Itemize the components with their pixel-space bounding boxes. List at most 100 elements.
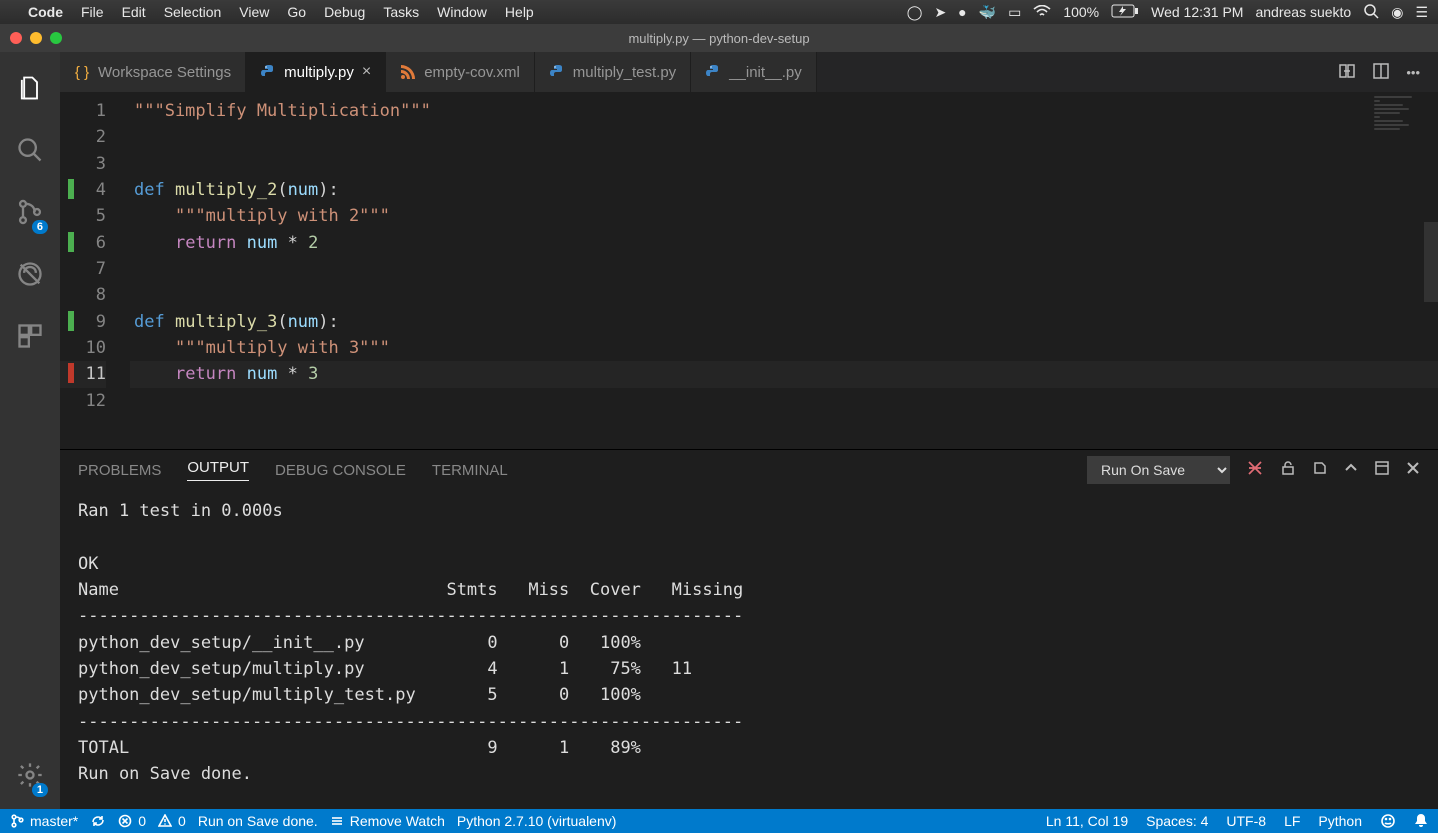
menu-help[interactable]: Help [505, 4, 534, 20]
editor-zone: { } Workspace Settings multiply.py × emp… [60, 52, 1438, 809]
error-icon [118, 814, 132, 828]
window-title: multiply.py — python-dev-setup [628, 31, 809, 46]
tray-wifi-icon[interactable] [1033, 4, 1051, 20]
output-content[interactable]: Ran 1 test in 0.000s OK Name Stmts Miss … [60, 490, 1438, 809]
menu-file[interactable]: File [81, 4, 104, 20]
explorer-icon[interactable] [6, 64, 54, 112]
compare-changes-icon[interactable] [1338, 62, 1356, 83]
python-icon [705, 64, 721, 80]
panel-tab-terminal[interactable]: TERMINAL [432, 462, 508, 479]
python-icon [260, 64, 276, 80]
tab-label: multiply.py [284, 64, 354, 81]
menu-view[interactable]: View [239, 4, 269, 20]
menu-edit[interactable]: Edit [122, 4, 146, 20]
tray-battery-icon[interactable] [1111, 4, 1139, 21]
split-editor-icon[interactable] [1372, 62, 1390, 83]
tray-battery-pct: 100% [1063, 4, 1099, 20]
warnings-count[interactable]: 0 [158, 813, 186, 829]
tab-empty-cov-xml[interactable]: empty-cov.xml [386, 52, 535, 92]
debug-icon[interactable] [6, 250, 54, 298]
editor-tabs: { } Workspace Settings multiply.py × emp… [60, 52, 1438, 92]
tab-label: Workspace Settings [98, 64, 231, 81]
tab-label: __init__.py [729, 64, 802, 81]
errors-count[interactable]: 0 [118, 813, 146, 829]
tray-docker-icon[interactable]: 🐳 [979, 4, 996, 21]
window-titlebar: multiply.py — python-dev-setup [0, 24, 1438, 52]
minimize-window-button[interactable] [30, 32, 42, 44]
encoding[interactable]: UTF-8 [1226, 813, 1266, 829]
tray-clock[interactable]: Wed 12:31 PM [1151, 4, 1243, 20]
close-panel-icon[interactable] [1406, 461, 1420, 479]
app-name[interactable]: Code [28, 4, 63, 20]
macos-menubar: Code File Edit Selection View Go Debug T… [0, 0, 1438, 24]
tab-multiply-test-py[interactable]: multiply_test.py [535, 52, 691, 92]
tab-label: multiply_test.py [573, 64, 676, 81]
extensions-icon[interactable] [6, 312, 54, 360]
language-mode[interactable]: Python [1318, 813, 1362, 829]
lock-scroll-icon[interactable] [1280, 460, 1296, 480]
line-number-gutter: 123456789101112 [60, 92, 130, 449]
workbench: 6 1 { } Workspace Settings multiply.py [0, 52, 1438, 809]
remove-watch-action[interactable]: Remove Watch [330, 813, 445, 829]
search-icon[interactable] [6, 126, 54, 174]
settings-badge: 1 [32, 783, 48, 797]
warning-icon [158, 814, 172, 828]
editor-body[interactable]: 123456789101112 """Simplify Multiplicati… [60, 92, 1438, 449]
tray-notification-icon[interactable]: ☰ [1415, 4, 1428, 21]
menu-selection[interactable]: Selection [164, 4, 222, 20]
clear-output-icon[interactable] [1246, 459, 1264, 481]
tray-user[interactable]: andreas suekto [1255, 4, 1351, 20]
tray-circle-icon[interactable]: ◯ [907, 4, 923, 21]
close-window-button[interactable] [10, 32, 22, 44]
output-channel-select[interactable]: Run On Save [1087, 456, 1230, 484]
traffic-lights [0, 32, 62, 44]
status-message: Run on Save done. [198, 813, 318, 829]
tray-siri-icon[interactable]: ◉ [1391, 4, 1403, 21]
panel-tab-debug-console[interactable]: DEBUG CONSOLE [275, 462, 406, 479]
notifications-icon[interactable] [1414, 813, 1428, 829]
sync-button[interactable] [90, 814, 106, 828]
tray-display-icon[interactable]: ▭ [1008, 4, 1021, 21]
eol[interactable]: LF [1284, 813, 1300, 829]
more-actions-icon[interactable]: ••• [1406, 65, 1420, 80]
branch-name: master* [30, 813, 78, 829]
activity-bar: 6 1 [0, 52, 60, 809]
maximize-panel-icon[interactable] [1374, 460, 1390, 480]
bottom-panel: PROBLEMS OUTPUT DEBUG CONSOLE TERMINAL R… [60, 449, 1438, 809]
tray-spotlight-icon[interactable] [1363, 3, 1379, 22]
menu-window[interactable]: Window [437, 4, 487, 20]
settings-gear-icon[interactable]: 1 [6, 751, 54, 799]
collapse-panel-icon[interactable] [1344, 461, 1358, 479]
tab-workspace-settings[interactable]: { } Workspace Settings [60, 52, 246, 92]
tab-label: empty-cov.xml [424, 64, 520, 81]
tray-line-icon[interactable]: ● [958, 4, 966, 20]
git-branch[interactable]: master* [10, 813, 78, 829]
python-icon [549, 64, 565, 80]
zoom-window-button[interactable] [50, 32, 62, 44]
branch-icon [10, 814, 24, 828]
panel-tab-output[interactable]: OUTPUT [187, 459, 249, 481]
minimap[interactable] [1372, 94, 1436, 164]
scm-badge: 6 [32, 220, 48, 234]
tab-multiply-py[interactable]: multiply.py × [246, 52, 386, 92]
python-interpreter[interactable]: Python 2.7.10 (virtualenv) [457, 813, 617, 829]
list-icon [330, 814, 344, 828]
code-area[interactable]: """Simplify Multiplication""" def multip… [130, 92, 1438, 449]
tab-init-py[interactable]: __init__.py [691, 52, 817, 92]
cursor-position[interactable]: Ln 11, Col 19 [1046, 813, 1128, 829]
menu-go[interactable]: Go [287, 4, 306, 20]
status-bar: master* 0 0 Run on Save done. Remove Wat… [0, 809, 1438, 833]
menu-debug[interactable]: Debug [324, 4, 365, 20]
scm-icon[interactable]: 6 [6, 188, 54, 236]
tab-close-icon[interactable]: × [362, 63, 371, 81]
panel-tab-problems[interactable]: PROBLEMS [78, 462, 161, 479]
indentation[interactable]: Spaces: 4 [1146, 813, 1208, 829]
tray-location-icon[interactable]: ➤ [934, 4, 946, 21]
rss-icon [400, 64, 416, 80]
feedback-icon[interactable] [1380, 813, 1396, 829]
braces-icon: { } [74, 64, 90, 80]
scrollbar-thumb[interactable] [1424, 222, 1438, 302]
panel-tabs: PROBLEMS OUTPUT DEBUG CONSOLE TERMINAL R… [60, 450, 1438, 490]
menu-tasks[interactable]: Tasks [383, 4, 419, 20]
open-file-icon[interactable] [1312, 460, 1328, 480]
